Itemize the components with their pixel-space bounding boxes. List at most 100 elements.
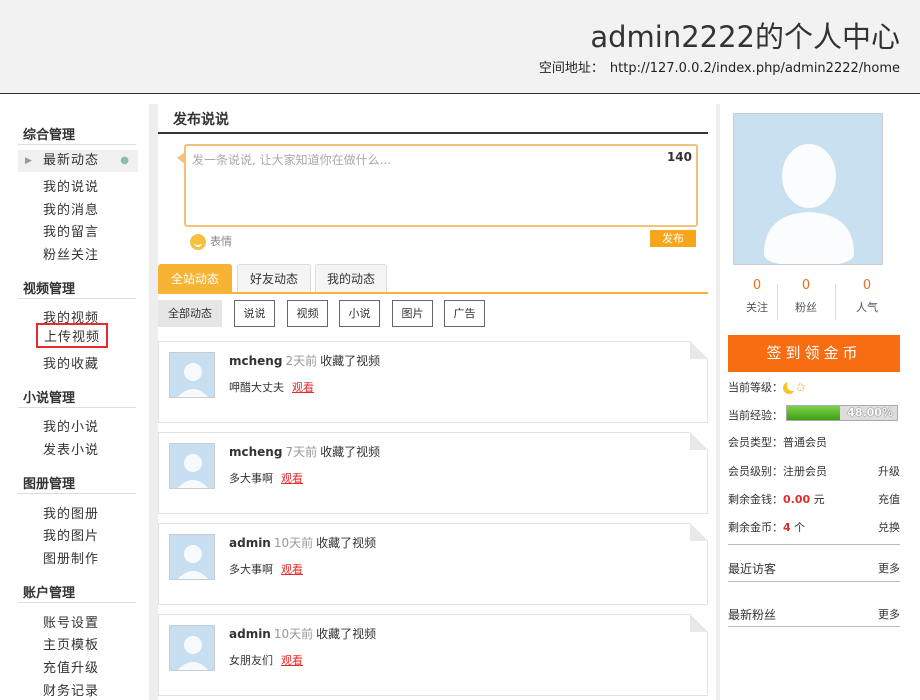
- divider: [18, 602, 136, 603]
- sidebar-item-my-favorites[interactable]: 我的收藏: [43, 353, 99, 372]
- filter-ads[interactable]: 广告: [444, 300, 485, 327]
- recent-visitors-section: 最近访客 更多: [728, 560, 900, 577]
- sidebar-item-fans-follow[interactable]: 粉丝关注: [43, 244, 99, 263]
- sidebar-item-latest-activity[interactable]: ▶ 最新动态 ●: [18, 150, 138, 172]
- publish-button[interactable]: 发布: [650, 230, 696, 247]
- feed-time: 10天前: [273, 536, 314, 550]
- latest-fans-title: 最新粉丝: [728, 608, 777, 622]
- divider: [18, 298, 136, 299]
- recharge-link[interactable]: 充值: [878, 491, 900, 507]
- page-fold-icon: [690, 432, 708, 450]
- member-level: 会员级别：注册会员: [728, 465, 827, 478]
- sidebar-group-title-novel: 小说管理: [23, 391, 76, 406]
- filter-all[interactable]: 全部动态: [158, 300, 222, 327]
- profile-stats: 0 关注 0 粉丝 0 人气: [728, 278, 900, 323]
- page-fold-icon: [690, 523, 708, 541]
- char-count: 140: [666, 150, 692, 164]
- money-label: 剩余金钱：: [728, 493, 783, 506]
- upgrade-link[interactable]: 升级: [878, 463, 900, 479]
- watch-link[interactable]: 观看: [281, 654, 303, 667]
- sidebar-item-my-comments[interactable]: 我的留言: [43, 221, 99, 240]
- filter-novels[interactable]: 小说: [339, 300, 380, 327]
- feed-filters: 全部动态 说说 视频 小说 图片 广告: [158, 300, 708, 332]
- filter-pictures[interactable]: 图片: [392, 300, 433, 327]
- sidebar-item-my-pictures[interactable]: 我的图片: [43, 525, 99, 544]
- filter-videos[interactable]: 视频: [287, 300, 328, 327]
- watch-link[interactable]: 观看: [292, 381, 314, 394]
- sidebar-item-my-posts[interactable]: 我的说说: [43, 176, 99, 195]
- sidebar-item-my-novels[interactable]: 我的小说: [43, 416, 99, 435]
- column-divider: [149, 104, 158, 700]
- watch-link[interactable]: 观看: [281, 563, 303, 576]
- sidebar-item-create-album[interactable]: 图册制作: [43, 548, 99, 567]
- sidebar-item-upload-video[interactable]: 上传视频: [36, 323, 109, 348]
- divider: [18, 493, 136, 494]
- member-type: 会员类型：普通会员: [728, 436, 827, 449]
- page-fold-icon: [690, 614, 708, 632]
- level-label: 当前等级：: [728, 381, 783, 394]
- stat-value: 0: [801, 278, 811, 293]
- post-textarea[interactable]: 发一条说说, 让大家知道你在做什么... 140: [177, 144, 698, 227]
- signin-coins-button[interactable]: 签到领金币: [728, 335, 900, 372]
- sidebar-item-recharge-upgrade[interactable]: 充值升级: [43, 657, 99, 676]
- feed-title: 呷醋大丈夫: [229, 381, 284, 394]
- feed-text: 多大事啊 观看: [229, 561, 303, 577]
- sidebar-group-title-video: 视频管理: [23, 282, 76, 297]
- sidebar-item-finance-records[interactable]: 财务记录: [43, 680, 99, 699]
- feed-item: admin 10天前 收藏了视频 女朋友们 观看: [158, 614, 708, 696]
- fans-more-link[interactable]: 更多: [878, 606, 900, 622]
- feed-action: 收藏了视频: [316, 536, 377, 550]
- emoji-button[interactable]: 表情: [190, 233, 232, 250]
- avatar[interactable]: [169, 443, 215, 489]
- divider: [835, 284, 836, 320]
- filter-posts[interactable]: 说说: [234, 300, 275, 327]
- exp-progress-bar: 48.00%: [786, 405, 898, 421]
- stat-popularity[interactable]: 0 人气: [838, 278, 896, 315]
- watch-link[interactable]: 观看: [281, 472, 303, 485]
- exp-label: 当前经验：: [728, 409, 783, 422]
- tab-all-activity[interactable]: 全站动态: [158, 264, 232, 293]
- avatar[interactable]: [169, 625, 215, 671]
- coins-label: 剩余金币：: [728, 521, 783, 534]
- money-unit: 元: [813, 493, 825, 506]
- sidebar-item-label: 最新动态: [43, 153, 100, 168]
- column-divider: [716, 104, 720, 700]
- feed-user[interactable]: admin: [229, 536, 271, 550]
- feed-action: 收藏了视频: [320, 445, 381, 459]
- divider: [728, 626, 900, 627]
- sidebar-group-title-general: 综合管理: [23, 128, 76, 143]
- sidebar-group-title-album: 图册管理: [23, 477, 76, 492]
- profile-avatar[interactable]: [733, 113, 883, 265]
- sidebar-item-my-messages[interactable]: 我的消息: [43, 199, 99, 218]
- money-balance: 剩余金钱：0.00 元: [728, 491, 825, 507]
- visitors-more-link[interactable]: 更多: [878, 560, 900, 576]
- money-value: 0.00: [783, 493, 811, 506]
- publish-title: 发布说说: [173, 112, 229, 128]
- feed-user[interactable]: admin: [229, 627, 271, 641]
- coins-value: 4: [783, 521, 791, 534]
- smiley-icon: [190, 234, 206, 250]
- stat-label: 人气: [856, 301, 878, 314]
- stat-fans[interactable]: 0 粉丝: [777, 278, 835, 315]
- avatar[interactable]: [169, 352, 215, 398]
- avatar[interactable]: [169, 534, 215, 580]
- address-url[interactable]: http://127.0.0.2/index.php/admin2222/hom…: [610, 61, 900, 76]
- feed-action: 收藏了视频: [316, 627, 377, 641]
- feed-user[interactable]: mcheng: [229, 445, 282, 459]
- feed-user[interactable]: mcheng: [229, 354, 282, 368]
- tab-friend-activity[interactable]: 好友动态: [237, 264, 311, 292]
- space-address: 空间地址： http://127.0.0.2/index.php/admin222…: [533, 57, 900, 76]
- sidebar-item-homepage-template[interactable]: 主页模板: [43, 634, 99, 653]
- sidebar-item-my-albums[interactable]: 我的图册: [43, 503, 99, 522]
- sidebar-item-publish-novel[interactable]: 发表小说: [43, 439, 99, 458]
- feed-title: 多大事啊: [229, 563, 273, 576]
- feed-action: 收藏了视频: [320, 354, 381, 368]
- feed-item: mcheng 2天前 收藏了视频 呷醋大丈夫 观看: [158, 341, 708, 423]
- feed-item: admin 10天前 收藏了视频 多大事啊 观看: [158, 523, 708, 605]
- exchange-link[interactable]: 兑换: [878, 519, 900, 535]
- sidebar-item-account-settings[interactable]: 账号设置: [43, 612, 99, 631]
- tab-my-activity[interactable]: 我的动态: [315, 264, 387, 292]
- feed-time: 10天前: [273, 627, 314, 641]
- page-title: admin2222的个人中心: [590, 20, 900, 54]
- emoji-label: 表情: [210, 235, 232, 248]
